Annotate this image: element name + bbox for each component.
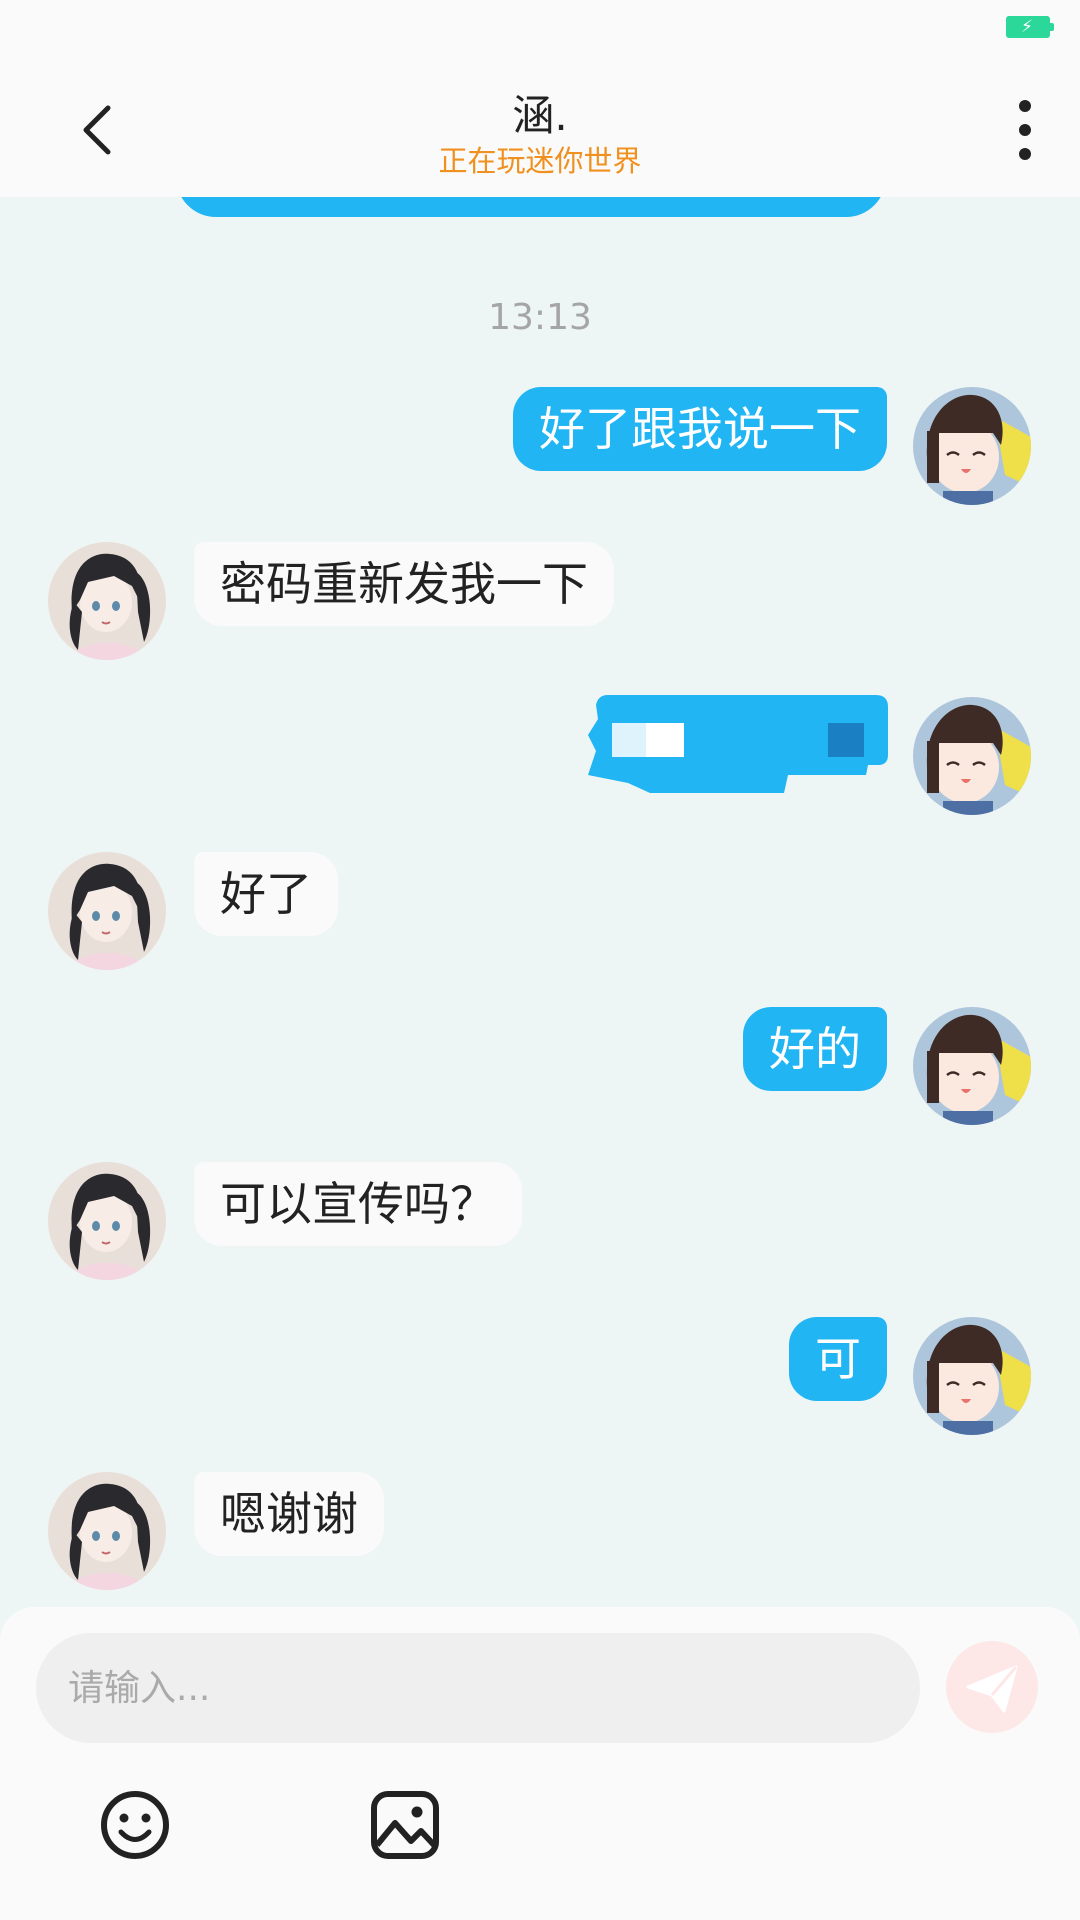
contact-avatar[interactable]: [48, 852, 166, 970]
redacted-message-bubble[interactable]: [588, 695, 888, 793]
my-avatar[interactable]: [913, 1317, 1031, 1435]
send-button[interactable]: [946, 1641, 1038, 1733]
smiley-icon: [101, 1791, 169, 1859]
message-bubble-received[interactable]: 嗯谢谢: [194, 1472, 384, 1556]
image-icon: [371, 1791, 439, 1859]
status-bar: ⚡: [0, 0, 1080, 60]
image-button[interactable]: [367, 1787, 443, 1863]
contact-avatar[interactable]: [48, 1162, 166, 1280]
contact-avatar[interactable]: [48, 542, 166, 660]
message-bubble-sent[interactable]: 可: [789, 1317, 887, 1401]
message-bubble-sent[interactable]: 好的: [743, 1007, 887, 1091]
message-composer: [0, 1607, 1080, 1920]
message-input[interactable]: [36, 1633, 920, 1743]
my-avatar[interactable]: [913, 387, 1031, 505]
previous-message-bubble: [176, 197, 886, 217]
message-list[interactable]: 13:13 好了跟我说一下 密码重新发我一下 好了 好的 可以宣传吗？ 可 嗯谢…: [0, 197, 1080, 1607]
message-bubble-received[interactable]: 好了: [194, 852, 338, 936]
timestamp: 13:13: [488, 297, 592, 338]
contact-name: 涵.: [512, 91, 568, 140]
more-vertical-icon: [1019, 100, 1031, 160]
chat-header: 涵. 正在玩迷你世界: [0, 60, 1080, 197]
contact-status: 正在玩迷你世界: [438, 144, 642, 178]
battery-charging-icon: ⚡: [1006, 16, 1054, 38]
more-menu-button[interactable]: [1000, 95, 1050, 165]
my-avatar[interactable]: [913, 1007, 1031, 1125]
my-avatar[interactable]: [913, 697, 1031, 815]
emoji-button[interactable]: [97, 1787, 173, 1863]
message-bubble-received[interactable]: 密码重新发我一下: [194, 542, 614, 626]
message-bubble-sent[interactable]: 好了跟我说一下: [513, 387, 887, 471]
message-bubble-received[interactable]: 可以宣传吗？: [194, 1162, 522, 1246]
send-plane-icon: [966, 1665, 1018, 1713]
contact-avatar[interactable]: [48, 1472, 166, 1590]
